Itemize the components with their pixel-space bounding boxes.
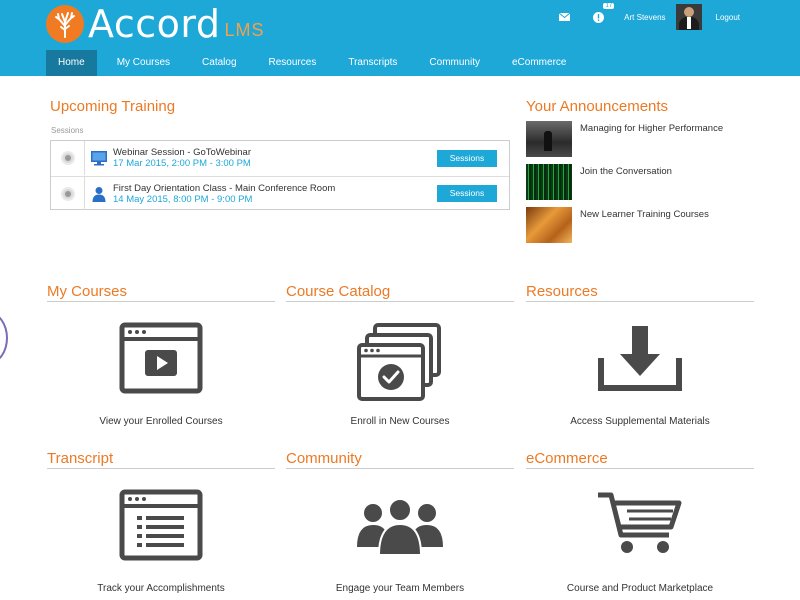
video-window-icon: [47, 322, 275, 402]
sessions-button[interactable]: Sessions: [437, 185, 497, 202]
sessions-button[interactable]: Sessions: [437, 149, 497, 167]
logo-text: Accord: [88, 2, 221, 46]
session-radio[interactable]: [60, 186, 75, 201]
announcement-thumbnail: [526, 164, 572, 200]
announcement-thumbnail: [526, 207, 572, 243]
tile-ecommerce[interactable]: eCommerce Course and Product Marketplace: [526, 450, 754, 594]
notification-icon[interactable]: 17: [590, 3, 615, 25]
session-date: 14 May 2015, 8:00 PM - 9:00 PM: [113, 193, 253, 205]
tile-caption: Access Supplemental Materials: [570, 416, 710, 427]
announcement-item[interactable]: New Learner Training Courses: [526, 207, 709, 243]
tile-title[interactable]: Course Catalog: [286, 283, 514, 302]
main-nav: Home My Courses Catalog Resources Transc…: [46, 50, 586, 76]
header-bar: Accord LMS 17 Art Stevens Logout Home My…: [0, 0, 800, 76]
document-list-icon: [47, 489, 275, 569]
catalog-check-icon: [286, 322, 514, 402]
session-title[interactable]: Webinar Session - GoToWebinar: [113, 147, 437, 158]
user-toolbar: 17 Art Stevens Logout: [556, 3, 740, 30]
tile-title[interactable]: Transcript: [47, 450, 275, 469]
user-name[interactable]: Art Stevens: [624, 13, 665, 22]
announcements-title: Your Announcements: [526, 98, 669, 115]
person-icon: [89, 186, 109, 202]
team-icon: [286, 489, 514, 569]
session-date: 17 Mar 2015, 2:00 PM - 3:00 PM: [113, 158, 251, 169]
session-title[interactable]: First Day Orientation Class - Main Confe…: [113, 183, 437, 194]
accord-logo[interactable]: Accord LMS: [46, 4, 264, 44]
tile-caption: Course and Product Marketplace: [566, 583, 714, 594]
nav-my-courses[interactable]: My Courses: [105, 50, 182, 76]
avatar[interactable]: [675, 4, 702, 30]
tile-community[interactable]: Community Engage your Team Members: [286, 450, 514, 594]
tile-caption: Enroll in New Courses: [350, 416, 450, 427]
announcement-thumbnail: [526, 121, 572, 157]
tile-course-catalog[interactable]: Course Catalog Enroll in New Courses: [286, 283, 514, 427]
announcement-link[interactable]: New Learner Training Courses: [580, 209, 709, 220]
tile-transcript[interactable]: Transcript Track your Accomplishments: [47, 450, 275, 594]
nav-transcripts[interactable]: Transcripts: [336, 50, 409, 76]
nav-home[interactable]: Home: [46, 50, 97, 76]
sessions-table: Webinar Session - GoToWebinar 17 Mar 201…: [50, 140, 510, 210]
session-radio[interactable]: [60, 151, 75, 165]
tile-caption: Engage your Team Members: [335, 583, 465, 594]
sessions-label: Sessions: [51, 126, 84, 135]
upcoming-training-title: Upcoming Training: [50, 98, 176, 115]
announcement-item[interactable]: Join the Conversation: [526, 164, 672, 200]
tile-resources[interactable]: Resources Access Supplemental Materials: [526, 283, 754, 427]
download-icon: [526, 322, 754, 402]
cart-icon: [526, 489, 754, 569]
nav-resources[interactable]: Resources: [257, 50, 329, 76]
tile-title[interactable]: Resources: [526, 283, 754, 302]
tile-caption: View your Enrolled Courses: [99, 416, 223, 427]
logo-suffix: LMS: [224, 19, 265, 40]
logout-link[interactable]: Logout: [716, 13, 740, 22]
tree-logo-icon: [46, 5, 84, 43]
nav-community[interactable]: Community: [417, 50, 492, 76]
notification-count-badge: 17: [603, 3, 615, 9]
nav-catalog[interactable]: Catalog: [190, 50, 248, 76]
session-row: Webinar Session - GoToWebinar 17 Mar 201…: [51, 141, 509, 175]
announcement-link[interactable]: Managing for Higher Performance: [580, 123, 723, 134]
announcement-link[interactable]: Join the Conversation: [580, 166, 672, 177]
mail-icon[interactable]: [556, 9, 572, 25]
tile-title[interactable]: Community: [286, 450, 514, 469]
monitor-icon: [89, 150, 109, 166]
tile-caption: Track your Accomplishments: [97, 583, 225, 594]
session-row: First Day Orientation Class - Main Confe…: [51, 176, 509, 210]
tile-my-courses[interactable]: My Courses View your Enrolled Courses: [47, 283, 275, 427]
tile-title[interactable]: My Courses: [47, 283, 275, 302]
side-decoration: [0, 312, 8, 364]
tile-title[interactable]: eCommerce: [526, 450, 754, 469]
announcement-item[interactable]: Managing for Higher Performance: [526, 121, 723, 157]
nav-ecommerce[interactable]: eCommerce: [500, 50, 578, 76]
